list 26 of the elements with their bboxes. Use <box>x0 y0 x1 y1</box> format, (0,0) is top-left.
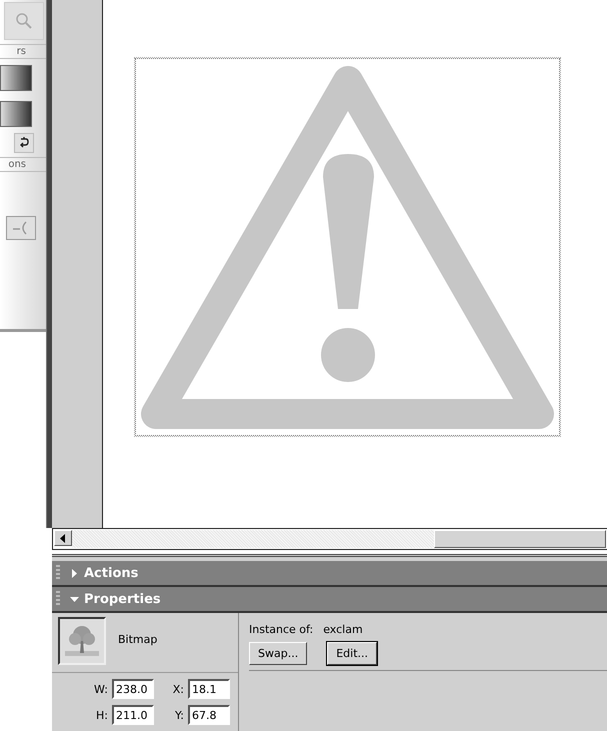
swap-colors-button[interactable] <box>14 133 34 153</box>
panel-header[interactable]: Properties <box>52 587 607 613</box>
swap-button[interactable]: Swap... <box>249 642 308 665</box>
field-label: W: <box>93 682 108 696</box>
edit-button[interactable]: Edit... <box>327 642 377 665</box>
input-field[interactable]: 211.0 <box>112 705 154 725</box>
input-field[interactable]: 238.0 <box>112 679 154 699</box>
symbol-type: Bitmap <box>118 633 158 646</box>
instance-label: Instance of: <box>249 623 314 636</box>
stroke-color-swatch[interactable] <box>0 65 32 91</box>
search-icon <box>15 12 33 30</box>
scroll-thumb[interactable] <box>434 530 606 548</box>
input-field[interactable]: 67.8 <box>188 705 230 725</box>
instance-name: exclam <box>323 623 363 636</box>
field-label: X: <box>172 682 184 696</box>
scroll-left-button[interactable] <box>54 530 72 546</box>
down-triangle-icon <box>70 594 79 604</box>
tree-icon <box>64 623 100 659</box>
panel-header[interactable]: Actions <box>52 561 607 587</box>
right-triangle-icon <box>70 568 79 578</box>
left-arrow-icon <box>60 534 66 542</box>
fill-color-swatch[interactable] <box>0 101 32 127</box>
swap-icon <box>18 136 30 150</box>
field-label: Y: <box>174 708 184 722</box>
input-field[interactable]: 18.1 <box>188 679 230 699</box>
field-label: H: <box>95 708 108 722</box>
